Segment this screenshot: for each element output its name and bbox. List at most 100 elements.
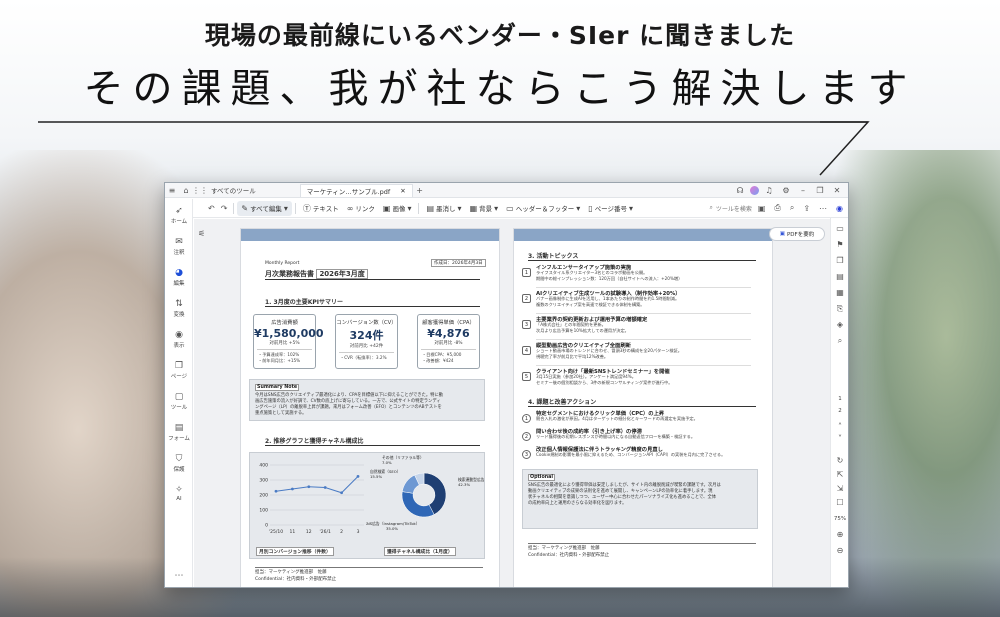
table-icon[interactable]: ▦ xyxy=(831,288,848,297)
fit-width-icon[interactable]: ⇲ xyxy=(831,484,848,493)
refresh-icon[interactable]: ↻ xyxy=(831,456,848,465)
hamburger-menu-icon[interactable]: ≡ xyxy=(165,183,179,197)
undo-icon[interactable]: ↶ xyxy=(205,204,218,213)
sidebar-item-view[interactable]: ◉ 表示 xyxy=(165,330,193,349)
save-icon[interactable]: ▣ xyxy=(755,204,769,213)
scroll-mode-icon[interactable]: ☐ xyxy=(831,498,848,507)
thumbnails-icon[interactable]: ▤ xyxy=(831,272,848,281)
kpi-title: 広告消費額 xyxy=(271,320,298,326)
link-button[interactable]: ∞ リンク xyxy=(343,201,379,216)
sidebar-more[interactable]: ⋯ xyxy=(165,571,193,582)
bookmark-icon[interactable]: ⚑ xyxy=(831,240,848,249)
pages-panel-icon[interactable]: ❐ xyxy=(831,256,848,265)
background-button[interactable]: ▦ 背景 ▾ xyxy=(466,201,503,216)
zoom-out-icon[interactable]: ⊖ xyxy=(831,546,848,555)
sidebar-item-convert[interactable]: ⇅ 変換 xyxy=(165,299,193,318)
zoom-level[interactable]: 75% xyxy=(831,516,848,522)
tool-search-input[interactable]: ツールを検索 xyxy=(716,204,752,213)
header-footer-button[interactable]: ▭ ヘッダー＆フッター ▾ xyxy=(502,201,584,216)
close-window-icon[interactable]: ✕ xyxy=(830,183,844,197)
search-panel-icon[interactable]: ⌕ xyxy=(831,336,848,346)
sidebar-label: 編集 xyxy=(173,281,185,287)
donut-value-label: 7.0% xyxy=(382,460,392,465)
x-tick-label: 2 xyxy=(340,529,343,535)
print-icon[interactable]: ⎙ xyxy=(771,203,783,213)
topic-item: 5 クライアント向け「最新SNSトレンドセミナー」を開催 3月15日実施（参加2… xyxy=(520,367,765,389)
sidebar-label: AI xyxy=(176,496,182,502)
chevron-down-icon[interactable]: ˅ xyxy=(831,434,848,443)
avatar[interactable] xyxy=(750,185,759,195)
attachment-icon[interactable]: ⎘ xyxy=(831,304,848,314)
action-desc: リード獲得後の初期レスポンスが時間以内になる自動返信フローを構築・検証する。 xyxy=(536,434,696,439)
sidebar-item-page[interactable]: ❐ ページ xyxy=(165,361,193,380)
all-tools-tab[interactable]: すべてのツール xyxy=(211,185,256,195)
layers-icon[interactable]: ◈ xyxy=(831,320,848,329)
page-footer-confidential: Confidential：社内資料・外部配布禁止 xyxy=(255,577,337,582)
share-icon[interactable]: ⇪ xyxy=(800,204,813,213)
line-chart-caption: 月別コンバージョン推移（件数） xyxy=(256,547,334,556)
page-number-button[interactable]: ▯ ページ番号 ▾ xyxy=(584,201,637,216)
edit-all-button[interactable]: ✎ すべて編集 ▾ xyxy=(237,200,292,216)
search-doc-icon[interactable]: ⌕ xyxy=(787,203,797,213)
redo-icon[interactable]: ↷ xyxy=(218,204,231,213)
page-header-band xyxy=(514,229,772,241)
home-icon[interactable]: ⌂ xyxy=(179,183,193,197)
topic-number: 4 xyxy=(522,346,531,355)
sidebar-label: 保護 xyxy=(173,467,185,473)
y-tick-label: 100 xyxy=(259,508,268,514)
pencil-icon: ✎ xyxy=(241,203,249,213)
topic-desc-line: ショート動画市場のトレンドに合わせ、冒頭3秒の構成を全20パターン検証。 xyxy=(536,348,682,353)
filter-icon[interactable]: ⚟ xyxy=(198,229,205,238)
optional-line: の成約率向上と運用のさらなる効率化を図ります。 xyxy=(528,501,627,506)
sidebar-item-ai[interactable]: ✧ AI xyxy=(165,485,193,502)
donut-value-label: 35.0% xyxy=(386,526,398,531)
restore-icon[interactable]: ❐ xyxy=(813,183,827,197)
data-point xyxy=(340,491,343,495)
shield-icon: ⛉ xyxy=(175,454,183,464)
tool-search[interactable]: ⌕ ツールを検索 ▣ ⎙ ⌕ ⇪ ⋯ ◉ xyxy=(709,203,848,213)
chevron-up-icon[interactable]: ˄ xyxy=(831,422,848,431)
document-tab[interactable]: マーケティン…サンプル.pdf ✕ xyxy=(299,183,413,197)
link-label: リンク xyxy=(355,205,375,213)
image-label: 画像 xyxy=(392,205,406,213)
sidebar-item-edit[interactable]: ◕ 編集 xyxy=(165,268,193,287)
document-canvas[interactable]: ⚟ Monthly Report 作成日：2026年4月3日 月次業務報告書 2… xyxy=(194,219,831,587)
charts-panel: 0 100 200 300 400 '25/10 11 12 '26/1 2 3 検索連動型広告（リ… xyxy=(249,452,485,559)
headset-icon[interactable]: ☊ xyxy=(733,183,747,197)
minimize-icon[interactable]: – xyxy=(796,183,810,197)
sidebar-item-home[interactable]: ➶ ホーム xyxy=(165,206,193,225)
new-tab-icon[interactable]: + xyxy=(413,183,427,197)
sidebar-item-comment[interactable]: ✉ 注釈 xyxy=(165,237,193,256)
apps-grid-icon[interactable]: ⋮⋮ xyxy=(192,183,208,197)
bell-icon[interactable]: ♫ xyxy=(762,183,776,197)
topic-desc: バナー画像制作に生成AIを活用し、1本あたりの制作時間を约1.5時間削減。 複数の… xyxy=(536,296,679,307)
fit-page-icon[interactable]: ⇱ xyxy=(831,470,848,479)
close-tab-icon[interactable]: ✕ xyxy=(400,187,405,195)
more-icon[interactable]: ⋯ xyxy=(816,204,830,213)
rocket-icon: ➶ xyxy=(175,206,183,216)
redact-button[interactable]: ▤ 墨消し ▾ xyxy=(422,201,465,216)
topic-desc-line: バナー画像制作に生成AIを活用し、1本あたりの制作時間を约1.5時間削減。 xyxy=(536,296,680,301)
convert-icon: ⇅ xyxy=(175,299,183,309)
speech-bubble-line xyxy=(38,121,870,176)
chevron-down-icon: ▾ xyxy=(457,203,462,213)
page-footer-confidential: Confidential：社内資料・外部配布禁止 xyxy=(528,553,610,558)
sidebar-item-form[interactable]: ▤ フォーム xyxy=(165,423,193,442)
sidebar-item-protect[interactable]: ⛉ 保護 xyxy=(165,454,193,473)
summarize-pdf-button[interactable]: ▣ PDFを要約 xyxy=(769,227,825,241)
zoom-in-icon[interactable]: ⊕ xyxy=(831,530,848,539)
assistant-icon[interactable]: ◉ xyxy=(833,204,846,213)
more-icon: ⋯ xyxy=(174,571,184,581)
sidebar-item-tools[interactable]: ▢ ツール xyxy=(165,392,193,411)
gear-icon[interactable]: ⚙ xyxy=(779,183,793,197)
topic-desc: ショート動画市場のトレンドに合わせ、冒頭3秒の構成を全20パターン検証。 視聴完了… xyxy=(536,348,682,359)
page-current[interactable]: 1 xyxy=(831,396,848,402)
redact-icon: ▤ xyxy=(426,203,435,213)
section4-heading: 4. 課題と改善アクション xyxy=(528,397,756,407)
page-next[interactable]: 2 xyxy=(831,408,848,414)
comment-panel-icon[interactable]: ▭ xyxy=(831,224,848,233)
kpi-note: ・前年同月比：+15% xyxy=(258,358,301,363)
action-desc: 競合入札の激化が原因。4月はターゲットの細分化とキーワードの再選定を実施予定。 xyxy=(536,416,698,421)
text-button[interactable]: Ⓣ テキスト xyxy=(299,201,343,216)
image-button[interactable]: ▣ 画像 ▾ xyxy=(379,201,416,216)
